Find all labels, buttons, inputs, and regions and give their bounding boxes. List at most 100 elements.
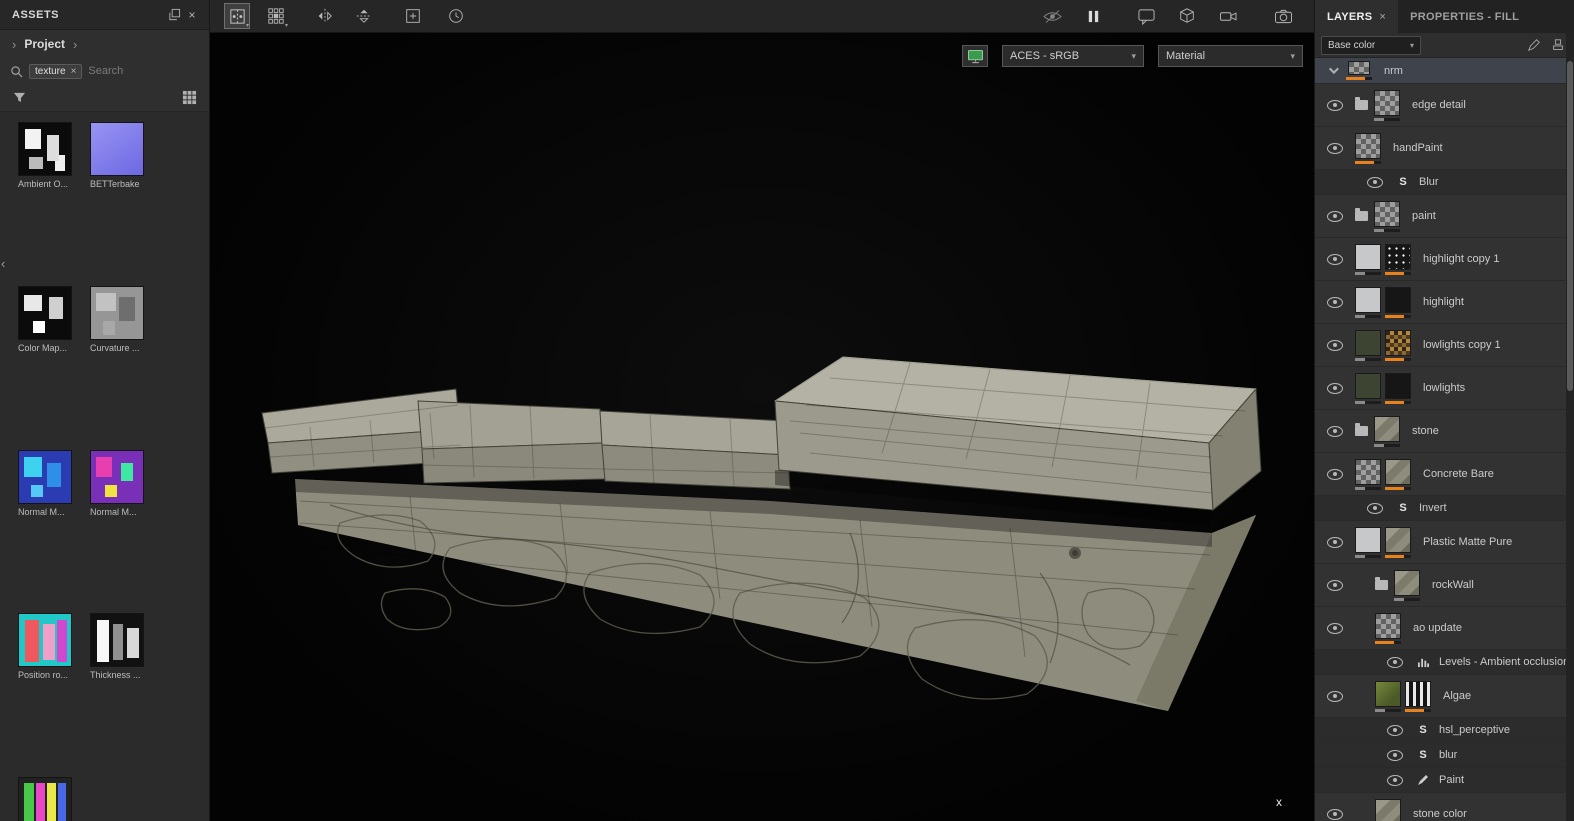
visibility-eye-icon[interactable] <box>1327 690 1343 702</box>
effect-name[interactable]: Invert <box>1419 502 1447 514</box>
mask-thumbnail[interactable] <box>1385 458 1411 485</box>
visibility-eye-icon[interactable] <box>1327 382 1343 394</box>
panel-collapse-handle[interactable]: ‹ <box>1 256 5 271</box>
display-profile-icon[interactable] <box>962 45 988 67</box>
visibility-eye-icon[interactable] <box>1327 296 1343 308</box>
mask-thumbnail[interactable] <box>1385 286 1411 313</box>
add-frame-icon[interactable] <box>400 3 426 29</box>
asset-item[interactable]: Normal M... <box>90 449 152 606</box>
layer-row-folder[interactable]: stone <box>1315 410 1566 453</box>
layer-thumbnail[interactable] <box>1374 89 1400 116</box>
visibility-eye-icon[interactable] <box>1327 808 1343 820</box>
layer-row[interactable]: Algae <box>1315 675 1566 718</box>
asset-thumbnail-world-space[interactable] <box>18 777 72 821</box>
mask-thumbnail[interactable] <box>1385 526 1411 553</box>
layer-thumbnail[interactable] <box>1355 286 1381 313</box>
asset-item[interactable]: Ambient O... <box>18 122 80 278</box>
mask-thumbnail[interactable] <box>1385 329 1411 356</box>
visibility-eye-icon[interactable] <box>1327 210 1343 222</box>
search-input[interactable]: Search <box>88 65 123 77</box>
mirror-vertical-icon[interactable] <box>351 3 377 29</box>
effect-row[interactable]: Blur <box>1315 170 1566 195</box>
effect-name[interactable]: Levels - Ambient occlusion <box>1439 656 1566 668</box>
layer-thumbnail[interactable] <box>1355 243 1381 270</box>
layer-row[interactable]: Plastic Matte Pure <box>1315 521 1566 564</box>
layer-row[interactable]: ao update <box>1315 607 1566 650</box>
visibility-eye-icon[interactable] <box>1367 502 1383 514</box>
layer-name[interactable]: rockWall <box>1432 579 1474 591</box>
visibility-eye-icon[interactable] <box>1387 749 1403 761</box>
layer-thumbnail[interactable] <box>1374 200 1400 227</box>
layer-row-nrm[interactable]: nrm <box>1315 58 1566 84</box>
projection-tool-icon[interactable]: ▾ <box>224 3 250 29</box>
visibility-eye-icon[interactable] <box>1327 253 1343 265</box>
screenshot-camera-icon[interactable] <box>1270 3 1296 29</box>
viewport-3d[interactable]: ▾ ▾ ACES - sRGB ▾ Material ▾ x <box>210 0 1314 821</box>
hide-ui-eye-slash-icon[interactable] <box>1039 3 1065 29</box>
layers-scrollbar[interactable] <box>1566 33 1574 821</box>
effect-row[interactable]: Invert <box>1315 496 1566 521</box>
layer-thumbnail[interactable] <box>1375 798 1401 821</box>
layer-thumbnail[interactable] <box>1355 458 1381 485</box>
layer-name[interactable]: nrm <box>1384 65 1403 77</box>
tiling-tool-icon[interactable]: ▾ <box>263 3 289 29</box>
float-panel-icon[interactable] <box>165 6 183 24</box>
asset-thumbnail-normal-map-2[interactable] <box>90 449 144 504</box>
layer-row[interactable]: lowlights copy 1 <box>1315 324 1566 367</box>
layer-name[interactable]: highlight copy 1 <box>1423 253 1499 265</box>
layer-thumbnail[interactable] <box>1355 526 1381 553</box>
asset-thumbnail-curvature[interactable] <box>90 285 144 340</box>
tab-layers[interactable]: LAYERS × <box>1315 0 1399 33</box>
effect-name[interactable]: hsl_perceptive <box>1439 724 1510 736</box>
layer-row[interactable]: highlight copy 1 <box>1315 238 1566 281</box>
asset-thumbnail-betterbake[interactable] <box>90 122 144 176</box>
visibility-eye-icon[interactable] <box>1327 579 1343 591</box>
layer-row-folder[interactable]: paint <box>1315 195 1566 238</box>
visibility-eye-icon[interactable] <box>1387 774 1403 786</box>
layer-thumbnail[interactable] <box>1355 372 1381 399</box>
layer-thumbnail[interactable] <box>1374 415 1400 442</box>
layer-name[interactable]: Concrete Bare <box>1423 468 1494 480</box>
viewport-canvas[interactable]: ACES - sRGB ▾ Material ▾ x <box>210 33 1314 821</box>
tab-close-icon[interactable]: × <box>1379 11 1386 23</box>
pen-tool-icon[interactable] <box>1524 35 1544 55</box>
layer-name[interactable]: stone color <box>1413 808 1467 820</box>
asset-thumbnail-position[interactable] <box>18 613 72 668</box>
chevron-down-icon[interactable] <box>1328 64 1339 75</box>
layer-name[interactable]: ao update <box>1413 622 1462 634</box>
layer-name[interactable]: handPaint <box>1393 142 1443 154</box>
layer-name[interactable]: highlight <box>1423 296 1464 308</box>
video-camera-icon[interactable] <box>1215 3 1241 29</box>
visibility-eye-icon[interactable] <box>1387 724 1403 736</box>
shading-mode-dropdown[interactable]: Material ▾ <box>1158 45 1303 67</box>
chip-remove-icon[interactable]: × <box>71 66 77 77</box>
stamp-tool-icon[interactable] <box>1548 35 1568 55</box>
scrollbar-thumb[interactable] <box>1567 61 1573 391</box>
asset-thumbnail-color-map[interactable] <box>18 285 72 340</box>
asset-item[interactable]: Curvature ... <box>90 285 152 442</box>
effect-row[interactable]: blur <box>1315 743 1566 768</box>
close-panel-icon[interactable]: × <box>183 6 201 24</box>
mask-thumbnail[interactable] <box>1385 372 1411 399</box>
visibility-eye-icon[interactable] <box>1327 622 1343 634</box>
effect-name[interactable]: Paint <box>1439 774 1464 786</box>
layer-row[interactable]: stone color <box>1315 793 1566 821</box>
visibility-eye-icon[interactable] <box>1327 536 1343 548</box>
effect-row[interactable]: Paint <box>1315 768 1566 793</box>
asset-item[interactable]: Position ro... <box>18 613 80 769</box>
asset-item[interactable]: Color Map... <box>18 285 80 442</box>
channel-dropdown[interactable]: Base color ▾ <box>1321 35 1421 55</box>
layer-name[interactable]: paint <box>1412 210 1436 222</box>
colorspace-dropdown[interactable]: ACES - sRGB ▾ <box>1002 45 1144 67</box>
layer-thumbnail[interactable] <box>1355 132 1381 159</box>
chevron-right-icon[interactable]: › <box>73 37 77 52</box>
asset-thumbnail-normal-map[interactable] <box>18 449 72 504</box>
chevron-right-icon[interactable]: › <box>12 37 16 52</box>
asset-item[interactable]: BETTerbake <box>90 122 152 278</box>
layer-row[interactable]: lowlights <box>1315 367 1566 410</box>
layer-name[interactable]: stone <box>1412 425 1439 437</box>
visibility-eye-icon[interactable] <box>1367 176 1383 188</box>
asset-item[interactable]: Thickness ... <box>90 613 152 769</box>
layer-row[interactable]: highlight <box>1315 281 1566 324</box>
layer-thumbnail[interactable] <box>1375 612 1401 639</box>
